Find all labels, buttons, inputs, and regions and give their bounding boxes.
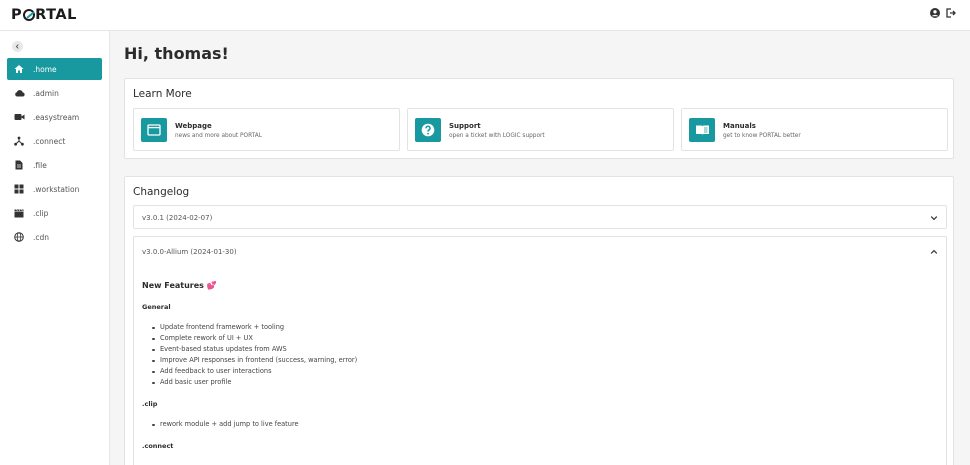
home-icon <box>13 63 25 75</box>
sidebar-item-label: .workstation <box>33 184 80 194</box>
chevron-left-icon <box>15 44 19 49</box>
sidebar-item-workstation[interactable]: .workstation <box>7 178 102 200</box>
sidebar-item-clip[interactable]: .clip <box>7 202 102 224</box>
sidebar-item-easystream[interactable]: .easystream <box>7 106 102 128</box>
section-title-connect: .connect <box>142 442 174 450</box>
tile-subtitle: news and more about PORTAL <box>175 133 262 139</box>
list-item: Improve API responses in frontend (succe… <box>152 355 357 366</box>
changelog-card: Changelog v3.0.1 (2024-02-07) v3.0.0-All… <box>124 176 954 465</box>
sidebar-item-label: .file <box>33 160 47 170</box>
sidebar: .home .admin .easystream .connect .file … <box>0 31 110 465</box>
tile-subtitle: get to know PORTAL better <box>723 133 801 139</box>
sidebar-item-home[interactable]: .home <box>7 58 102 80</box>
logo-text-end: RTAL <box>35 7 77 23</box>
sidebar-item-label: .clip <box>33 208 49 218</box>
collapse-sidebar-button[interactable] <box>12 41 23 52</box>
sidebar-item-label: .cdn <box>33 232 50 242</box>
learn-more-card: Learn More Webpage news and more about P… <box>124 78 954 159</box>
tile-title: Manuals <box>723 122 756 130</box>
portal-logo[interactable]: P RTAL <box>11 7 77 23</box>
tile-title: Webpage <box>175 122 212 130</box>
logo-text-start: P <box>11 7 23 23</box>
sidebar-nav: .home .admin .easystream .connect .file … <box>7 58 102 250</box>
tile-title: Support <box>449 122 481 130</box>
list-item: Add basic user profile <box>152 377 357 388</box>
browser-window-icon <box>141 118 167 142</box>
section-title-clip: .clip <box>142 400 158 408</box>
changelog-version: v3.0.1 (2024-02-07) <box>142 214 213 222</box>
list-item: rework module + add jump to live feature <box>152 419 299 430</box>
chevron-down-icon <box>930 216 938 221</box>
list-item: Complete rework of UI + UX <box>152 333 357 344</box>
clapperboard-icon <box>13 207 25 219</box>
logout-icon[interactable] <box>946 8 956 18</box>
changelog-entry-v3-0-1[interactable]: v3.0.1 (2024-02-07) <box>133 205 947 229</box>
file-icon <box>13 159 25 171</box>
sidebar-item-label: .home <box>33 64 57 74</box>
video-camera-icon <box>13 111 25 123</box>
general-features-list: Update frontend framework + tooling Comp… <box>152 322 357 388</box>
top-bar: P RTAL <box>0 0 970 31</box>
changelog-version: v3.0.0-Allium (2024-01-30) <box>142 248 237 256</box>
list-item: Event-based status updates from AWS <box>152 344 357 355</box>
page-scrollbar[interactable] <box>962 31 970 465</box>
clip-features-list: rework module + add jump to live feature <box>152 419 299 430</box>
list-item: Update frontend framework + tooling <box>152 322 357 333</box>
learn-more-title: Learn More <box>133 88 192 100</box>
sidebar-item-label: .easystream <box>33 112 80 122</box>
section-title-general: General <box>142 303 171 311</box>
network-icon <box>13 135 25 147</box>
sidebar-item-file[interactable]: .file <box>7 154 102 176</box>
changelog-title: Changelog <box>133 186 190 198</box>
support-tile[interactable]: Support open a ticket with LOGIC support <box>407 108 674 151</box>
grid-icon <box>13 183 25 195</box>
globe-icon <box>13 231 25 243</box>
changelog-entry-v3-0-0[interactable]: v3.0.0-Allium (2024-01-30) New Features … <box>133 236 947 465</box>
user-profile-icon[interactable] <box>930 8 940 18</box>
manuals-tile[interactable]: Manuals get to know PORTAL better <box>681 108 948 151</box>
sidebar-item-admin[interactable]: .admin <box>7 82 102 104</box>
question-icon <box>415 118 441 142</box>
book-icon <box>689 118 715 142</box>
sidebar-item-connect[interactable]: .connect <box>7 130 102 152</box>
sidebar-item-label: .connect <box>33 136 66 146</box>
list-item: Add feedback to user interactions <box>152 366 357 377</box>
chevron-up-icon <box>930 249 938 254</box>
cloud-icon <box>13 87 25 99</box>
logo-o-mark <box>22 9 35 21</box>
sidebar-item-cdn[interactable]: .cdn <box>7 226 102 248</box>
webpage-tile[interactable]: Webpage news and more about PORTAL <box>133 108 400 151</box>
tile-subtitle: open a ticket with LOGIC support <box>449 133 545 139</box>
page-title: Hi, thomas! <box>124 44 229 63</box>
new-features-title: New Features 💕 <box>142 281 217 290</box>
sidebar-item-label: .admin <box>33 88 59 98</box>
